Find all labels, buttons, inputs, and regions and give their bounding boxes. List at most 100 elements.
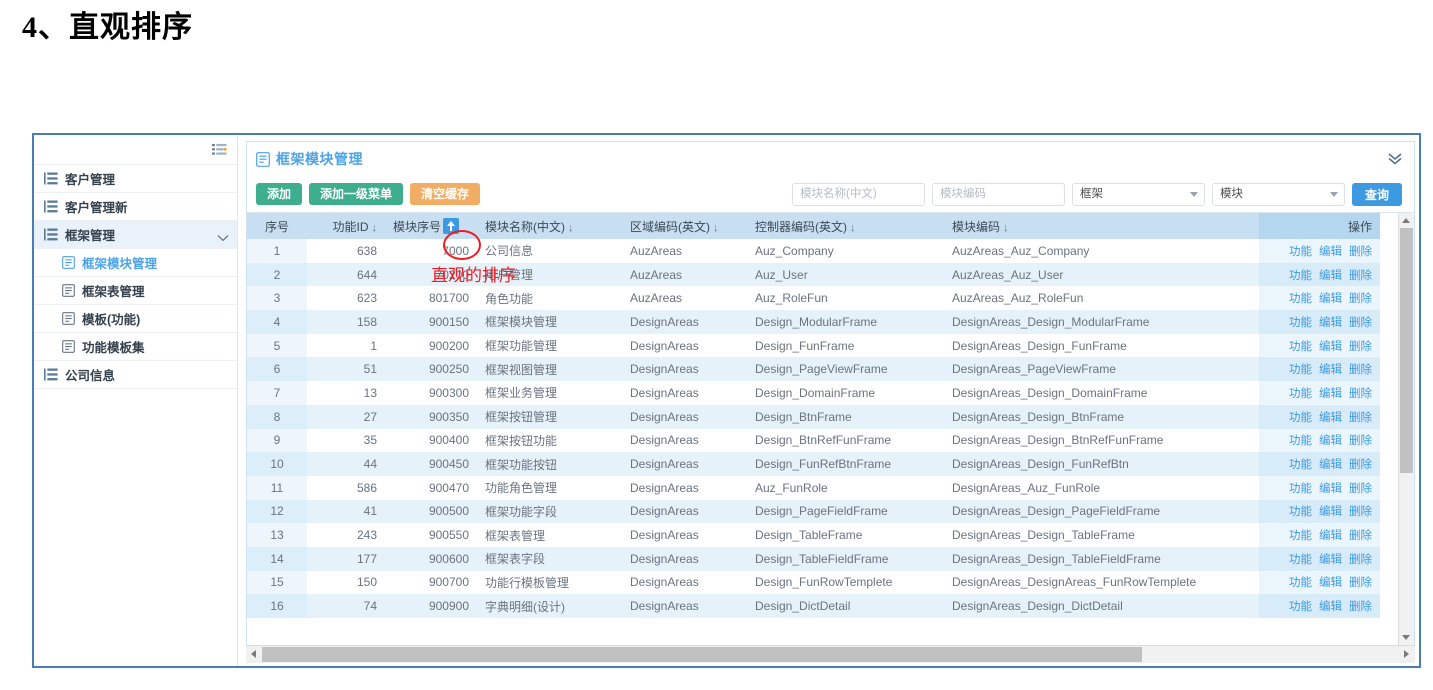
function-link[interactable]: 功能: [1289, 270, 1312, 282]
edit-link[interactable]: 编辑: [1319, 293, 1342, 305]
table-row[interactable]: 4 158 900150 框架模块管理 DesignAreas Design_Modula…: [247, 310, 1380, 334]
edit-link[interactable]: 编辑: [1319, 317, 1342, 329]
scroll-down-arrow-icon[interactable]: [1399, 631, 1414, 645]
table-row[interactable]: 14 177 900600 框架表字段 DesignAreas Design_TableF…: [247, 546, 1380, 571]
edit-link[interactable]: 编辑: [1319, 577, 1342, 589]
function-link[interactable]: 功能: [1289, 293, 1312, 305]
table-row[interactable]: 8 27 900350 框架按钮管理 DesignAreas Design_BtnFram…: [247, 404, 1380, 429]
sidebar-item-function-template-set[interactable]: 功能模板集: [34, 333, 237, 361]
column-header-area-code[interactable]: 区域编码(英文) ↓: [622, 213, 747, 239]
chevron-down-icon[interactable]: [217, 231, 229, 241]
delete-link[interactable]: 删除: [1349, 577, 1372, 589]
function-link[interactable]: 功能: [1289, 317, 1312, 329]
table-row[interactable]: 7 13 900300 框架业务管理 DesignAreas Design_DomainF…: [247, 381, 1380, 405]
edit-link[interactable]: 编辑: [1319, 530, 1342, 542]
sidebar-item-label: 公司信息: [65, 369, 116, 383]
delete-link[interactable]: 删除: [1349, 459, 1372, 471]
table-row[interactable]: 5 1 900200 框架功能管理 DesignAreas Design_FunFrame…: [247, 333, 1380, 358]
horizontal-scrollbar[interactable]: [246, 645, 1415, 663]
sidebar-item-template-function[interactable]: 模板(功能): [34, 305, 237, 333]
delete-link[interactable]: 删除: [1349, 412, 1372, 424]
function-link[interactable]: 功能: [1289, 388, 1312, 400]
function-link[interactable]: 功能: [1289, 435, 1312, 447]
module-name-input[interactable]: [791, 182, 925, 206]
module-select[interactable]: 模块: [1211, 182, 1345, 206]
edit-link[interactable]: 编辑: [1319, 364, 1342, 376]
delete-link[interactable]: 删除: [1349, 270, 1372, 282]
function-link[interactable]: 功能: [1289, 554, 1312, 566]
delete-link[interactable]: 删除: [1349, 601, 1372, 613]
table-row[interactable]: 1 638 7000 公司信息 AuzAreas Auz_Company AuzAreas_…: [247, 239, 1380, 263]
table-row[interactable]: 10 44 900450 框架功能按钮 DesignAreas Design_FunRef…: [247, 452, 1380, 476]
search-button[interactable]: 查询: [1351, 182, 1402, 206]
function-link[interactable]: 功能: [1289, 364, 1312, 376]
table-row[interactable]: 6 51 900250 框架视图管理 DesignAreas Design_PageVie…: [247, 357, 1380, 382]
edit-link[interactable]: 编辑: [1319, 341, 1342, 353]
scroll-right-arrow-icon[interactable]: [1400, 646, 1415, 663]
sidebar-item-frame-table-management[interactable]: 框架表管理: [34, 277, 237, 305]
list-menu-icon[interactable]: [212, 143, 227, 156]
scroll-up-arrow-icon[interactable]: [1399, 213, 1414, 227]
edit-link[interactable]: 编辑: [1319, 270, 1342, 282]
sidebar-item-customer-management[interactable]: 客户管理: [34, 165, 237, 193]
function-link[interactable]: 功能: [1289, 412, 1312, 424]
vertical-scrollbar-thumb[interactable]: [1400, 228, 1413, 473]
delete-link[interactable]: 删除: [1349, 435, 1372, 447]
delete-link[interactable]: 删除: [1349, 293, 1372, 305]
scroll-left-arrow-icon[interactable]: [246, 646, 261, 663]
function-link[interactable]: 功能: [1289, 483, 1312, 495]
delete-link[interactable]: 删除: [1349, 506, 1372, 518]
delete-link[interactable]: 删除: [1349, 530, 1372, 542]
edit-link[interactable]: 编辑: [1319, 388, 1342, 400]
column-header-module-name[interactable]: 模块名称(中文) ↓: [477, 213, 622, 239]
function-link[interactable]: 功能: [1289, 601, 1312, 613]
horizontal-scrollbar-thumb[interactable]: [262, 647, 1142, 662]
edit-link[interactable]: 编辑: [1319, 435, 1342, 447]
table-row[interactable]: 2 644 70200 用户管理 AuzAreas Auz_User AuzAreas_Au…: [247, 262, 1380, 287]
column-header-controller-code[interactable]: 控制器编码(英文) ↓: [747, 213, 944, 239]
delete-link[interactable]: 删除: [1349, 554, 1372, 566]
edit-link[interactable]: 编辑: [1319, 601, 1342, 613]
double-chevron-down-icon[interactable]: [1386, 151, 1404, 167]
table-row[interactable]: 9 35 900400 框架按钮功能 DesignAreas Design_BtnRefF…: [247, 428, 1380, 453]
delete-link[interactable]: 删除: [1349, 246, 1372, 258]
column-header-function-id[interactable]: 功能ID ↓: [307, 213, 385, 239]
add-button[interactable]: 添加: [256, 183, 303, 205]
sidebar-item-company-info[interactable]: 公司信息: [34, 361, 237, 389]
function-link[interactable]: 功能: [1289, 530, 1312, 542]
edit-link[interactable]: 编辑: [1319, 506, 1342, 518]
delete-link[interactable]: 删除: [1349, 388, 1372, 400]
column-header-seq[interactable]: 序号: [247, 213, 307, 239]
delete-link[interactable]: 删除: [1349, 483, 1372, 495]
clear-cache-button[interactable]: 清空缓存: [410, 183, 481, 205]
sidebar-item-frame-management[interactable]: 框架管理: [34, 221, 237, 249]
table-row[interactable]: 11 586 900470 功能角色管理 DesignAreas Auz_FunRole D…: [247, 475, 1380, 500]
function-link[interactable]: 功能: [1289, 506, 1312, 518]
delete-link[interactable]: 删除: [1349, 317, 1372, 329]
delete-link[interactable]: 删除: [1349, 364, 1372, 376]
edit-link[interactable]: 编辑: [1319, 483, 1342, 495]
edit-link[interactable]: 编辑: [1319, 246, 1342, 258]
function-link[interactable]: 功能: [1289, 577, 1312, 589]
table-row[interactable]: 13 243 900550 框架表管理 DesignAreas Design_TableF…: [247, 523, 1380, 547]
sidebar-item-frame-module-management[interactable]: 框架模块管理: [34, 249, 237, 277]
delete-link[interactable]: 删除: [1349, 341, 1372, 353]
table-row[interactable]: 15 150 900700 功能行模板管理 DesignAreas Design_FunR…: [247, 570, 1380, 595]
edit-link[interactable]: 编辑: [1319, 412, 1342, 424]
function-link[interactable]: 功能: [1289, 341, 1312, 353]
table-row[interactable]: 16 74 900900 字典明细(设计) DesignAreas Design_Dict…: [247, 594, 1380, 618]
vertical-scrollbar[interactable]: [1398, 213, 1414, 645]
frame-select[interactable]: 框架: [1071, 182, 1205, 206]
function-link[interactable]: 功能: [1289, 246, 1312, 258]
column-header-module-seq[interactable]: 模块序号: [385, 213, 477, 239]
table-row[interactable]: 12 41 900500 框架功能字段 DesignAreas Design_PageFi…: [247, 499, 1380, 524]
sort-ascending-button[interactable]: [443, 217, 460, 234]
sidebar-item-customer-management-new[interactable]: 客户管理新: [34, 193, 237, 221]
column-header-module-code[interactable]: 模块编码 ↓: [944, 213, 1259, 239]
edit-link[interactable]: 编辑: [1319, 554, 1342, 566]
table-row[interactable]: 3 623 801700 角色功能 AuzAreas Auz_RoleFun AuzArea…: [247, 286, 1380, 311]
edit-link[interactable]: 编辑: [1319, 459, 1342, 471]
module-code-input[interactable]: [931, 182, 1065, 206]
add-top-menu-button[interactable]: 添加一级菜单: [309, 183, 404, 205]
function-link[interactable]: 功能: [1289, 459, 1312, 471]
